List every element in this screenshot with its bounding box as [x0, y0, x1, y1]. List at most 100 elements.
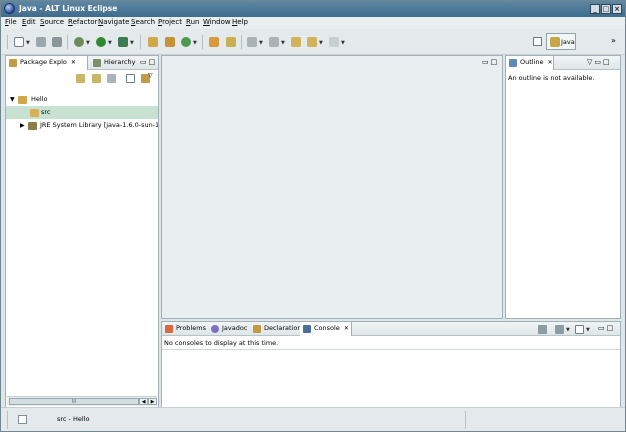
- open-console-dropdown-icon[interactable]: ▼: [586, 327, 590, 333]
- title-bar[interactable]: Java - ALT Linux Eclipse _ □ ×: [1, 1, 625, 17]
- view-menu-and-minmax-icons[interactable]: ▽▭□: [587, 58, 612, 66]
- minimize-maximize-icons[interactable]: ▭□: [140, 58, 157, 66]
- toolbar-separator: [7, 35, 8, 49]
- new-class-dropdown-icon[interactable]: ▼: [193, 40, 197, 46]
- package-explorer-toolbar: ▽: [6, 70, 158, 88]
- menu-refactor[interactable]: Refactor: [68, 18, 97, 26]
- external-tools-dropdown-icon[interactable]: ▼: [130, 40, 134, 46]
- package-explorer-panel: Package Explo ✕ Hierarchy ▭□ ▽ ▼ Hello sr…: [5, 55, 159, 408]
- collapsed-twisty-icon[interactable]: ▶: [20, 119, 25, 132]
- minimize-maximize-icons[interactable]: ▭□: [598, 324, 615, 332]
- toolbar-separator: [241, 35, 242, 49]
- tree-item-jre[interactable]: ▶ JRE System Library [java-1.6.0-sun-1.6…: [6, 119, 158, 132]
- next-annotation-icon[interactable]: [247, 37, 257, 47]
- tree-item-label: Hello: [31, 95, 48, 103]
- collapse-all-icon[interactable]: [126, 74, 135, 83]
- tab-outline[interactable]: Outline ✕: [506, 56, 554, 70]
- tab-problems[interactable]: Problems: [162, 322, 206, 336]
- up-icon[interactable]: [107, 74, 116, 83]
- forward-dropdown-icon[interactable]: ▼: [341, 40, 345, 46]
- scroll-thumb[interactable]: III: [9, 398, 139, 405]
- scroll-right-arrow-icon[interactable]: ▶: [148, 398, 157, 405]
- tab-declaration[interactable]: Declaration: [250, 322, 302, 336]
- close-icon[interactable]: ✕: [548, 59, 553, 66]
- view-menu-icon[interactable]: ▽: [148, 72, 157, 81]
- display-console-icon[interactable]: [555, 325, 564, 334]
- tree-item-label: src: [41, 108, 51, 116]
- horizontal-scrollbar[interactable]: III ◀ ▶: [7, 396, 157, 406]
- open-type-icon[interactable]: [209, 37, 219, 47]
- back-dropdown-icon[interactable]: ▼: [319, 40, 323, 46]
- last-edit-location-icon[interactable]: [291, 37, 301, 47]
- tree-item-project[interactable]: ▼ Hello: [6, 93, 158, 106]
- problems-icon: [165, 325, 173, 333]
- scroll-left-arrow-icon[interactable]: ◀: [139, 398, 148, 405]
- run-dropdown-icon[interactable]: ▼: [108, 40, 112, 46]
- back-icon[interactable]: [307, 37, 317, 47]
- previous-annotation-dropdown-icon[interactable]: ▼: [281, 40, 285, 46]
- forward-icon[interactable]: [329, 37, 339, 47]
- java-perspective-button[interactable]: Java: [546, 33, 576, 50]
- menu-source[interactable]: Source: [40, 18, 64, 26]
- tree-item-src[interactable]: src: [6, 106, 158, 119]
- menu-navigate[interactable]: Navigate: [98, 18, 129, 26]
- status-bar: src - Hello: [1, 407, 625, 431]
- editor-area: ▭□: [161, 55, 503, 319]
- javadoc-icon: [211, 325, 219, 333]
- back-icon[interactable]: [76, 74, 85, 83]
- tab-label: Declaration: [264, 324, 302, 332]
- pin-console-icon[interactable]: [538, 325, 547, 334]
- display-console-dropdown-icon[interactable]: ▼: [566, 327, 570, 333]
- console-message: No consoles to display at this time.: [164, 339, 279, 347]
- tab-label: Package Explo: [20, 58, 67, 66]
- java-perspective-icon: [550, 37, 560, 47]
- search-icon[interactable]: [226, 37, 236, 47]
- menu-project[interactable]: Project: [158, 18, 182, 26]
- eclipse-window: Java - ALT Linux Eclipse _ □ × File Edit…: [0, 0, 626, 432]
- menu-file[interactable]: File: [5, 18, 17, 26]
- expanded-twisty-icon[interactable]: ▼: [10, 93, 15, 106]
- new-class-icon[interactable]: [181, 37, 191, 47]
- menu-search[interactable]: Search: [131, 18, 155, 26]
- tab-label: Outline: [520, 58, 544, 66]
- new-java-project-icon[interactable]: [148, 37, 158, 47]
- tab-console[interactable]: Console ✕: [300, 322, 352, 336]
- console-icon: [303, 325, 311, 333]
- minimize-maximize-icons[interactable]: ▭□: [482, 58, 499, 66]
- outline-panel: Outline ✕ ▽▭□ An outline is not available…: [505, 55, 621, 319]
- menu-window[interactable]: Window: [203, 18, 231, 26]
- save-icon[interactable]: [36, 37, 46, 47]
- more-perspectives-icon[interactable]: »: [611, 36, 616, 45]
- external-tools-icon[interactable]: [118, 37, 128, 47]
- fast-view-icon[interactable]: [18, 415, 27, 424]
- close-icon[interactable]: ✕: [344, 325, 349, 332]
- new-dropdown-icon[interactable]: ▼: [26, 40, 30, 46]
- previous-annotation-icon[interactable]: [269, 37, 279, 47]
- tab-package-explorer[interactable]: Package Explo ✕: [6, 56, 88, 70]
- tab-hierarchy[interactable]: Hierarchy: [90, 56, 138, 70]
- forward-icon[interactable]: [92, 74, 101, 83]
- minimize-button[interactable]: _: [590, 4, 600, 14]
- next-annotation-dropdown-icon[interactable]: ▼: [259, 40, 263, 46]
- eclipse-logo-icon: [4, 3, 15, 14]
- run-icon[interactable]: [96, 37, 106, 47]
- new-icon[interactable]: [14, 37, 24, 47]
- close-icon[interactable]: ✕: [71, 59, 76, 66]
- debug-dropdown-icon[interactable]: ▼: [86, 40, 90, 46]
- close-button[interactable]: ×: [612, 4, 622, 14]
- debug-icon[interactable]: [74, 37, 84, 47]
- open-perspective-icon[interactable]: [533, 37, 542, 46]
- declaration-icon: [253, 325, 261, 333]
- print-icon[interactable]: [52, 37, 62, 47]
- console-panel: Problems Javadoc Declaration Console ✕ ▼ …: [161, 321, 621, 408]
- menu-edit[interactable]: Edit: [22, 18, 36, 26]
- menu-help[interactable]: Help: [232, 18, 248, 26]
- tab-javadoc[interactable]: Javadoc: [208, 322, 248, 336]
- toolbar-separator: [140, 35, 141, 49]
- menu-run[interactable]: Run: [186, 18, 199, 26]
- maximize-button[interactable]: □: [601, 4, 611, 14]
- open-console-icon[interactable]: [575, 325, 584, 334]
- tab-label: Hierarchy: [104, 58, 136, 66]
- new-package-icon[interactable]: [165, 37, 175, 47]
- package-explorer-icon: [9, 59, 17, 67]
